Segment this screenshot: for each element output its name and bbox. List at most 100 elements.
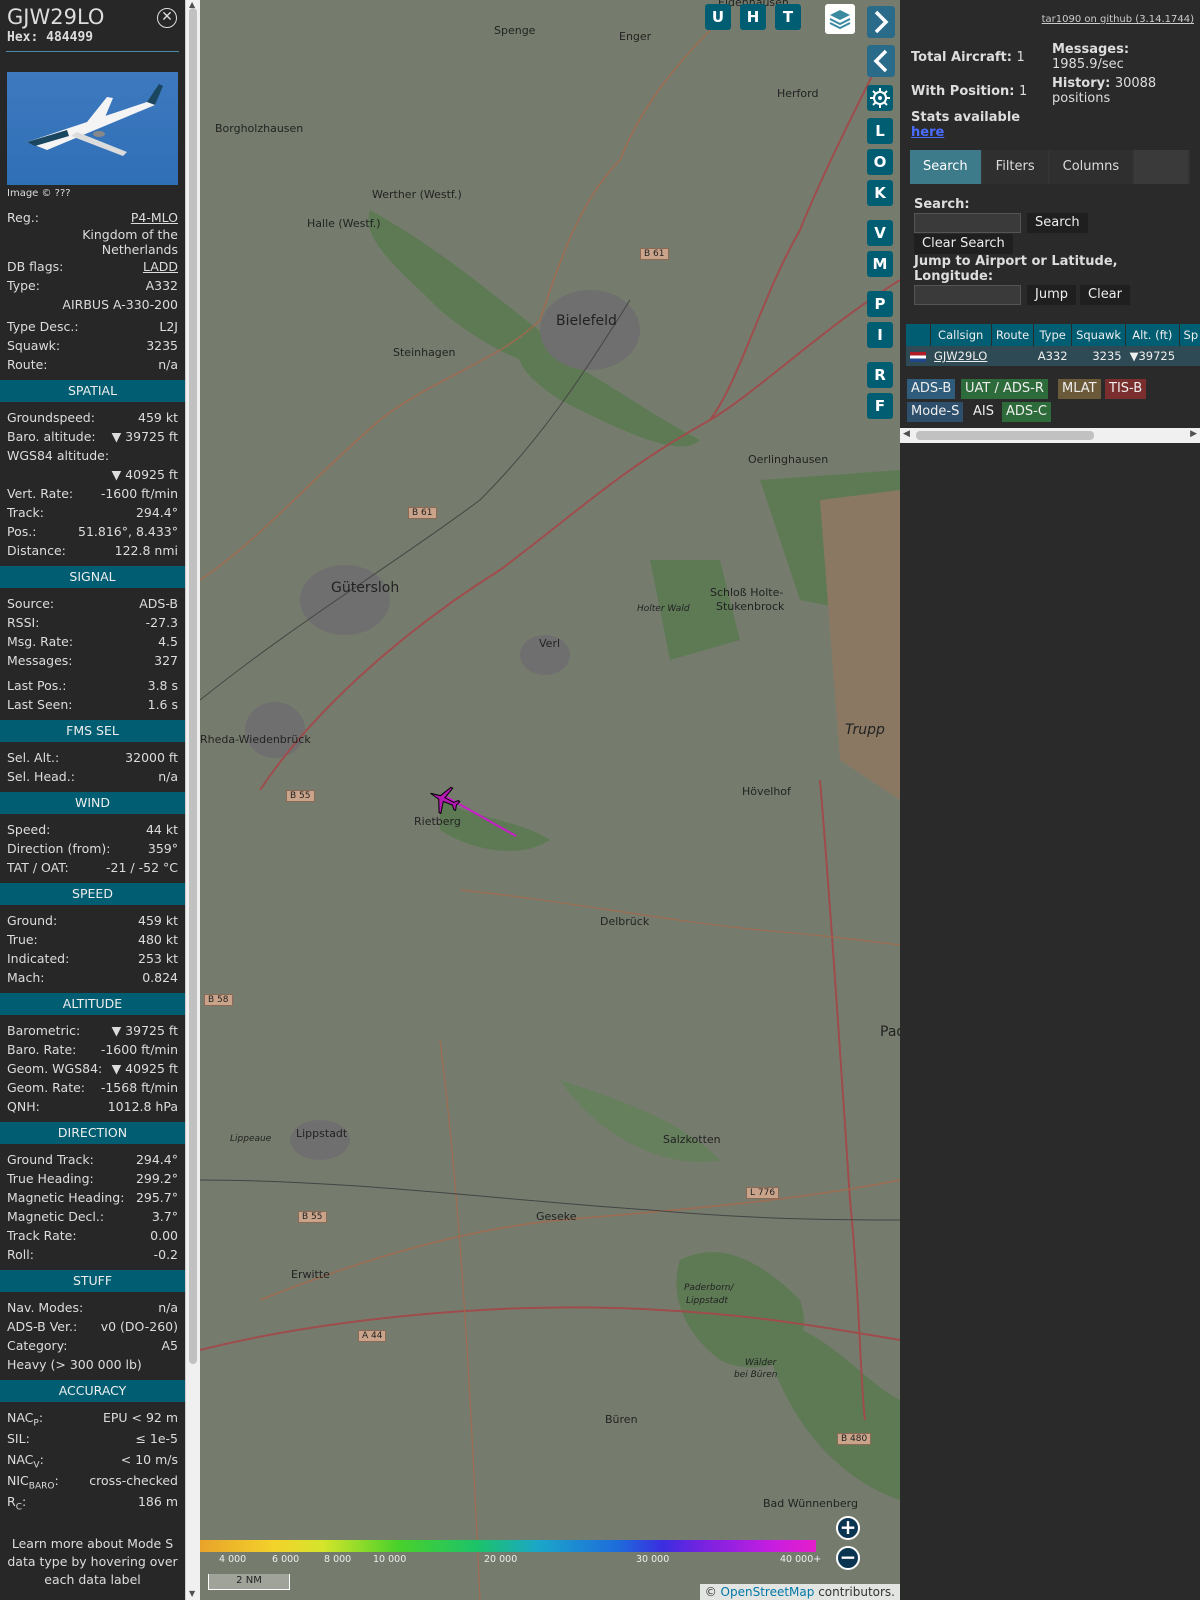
aircraft-marker-icon[interactable] [427,782,463,818]
tab-columns[interactable]: Columns [1049,150,1133,184]
aircraft-table: Callsign Route Type Squawk Alt. (ft) Sp … [906,324,1200,366]
jump-button[interactable]: Jump [1027,285,1076,305]
table-hscrollbar[interactable]: ◀ ▶ [900,428,1200,443]
scale-bar: 2 NM [208,1574,290,1590]
place-label: Schloß Holte- [710,586,784,599]
legend-tick: 10 000 [373,1554,407,1565]
distance-row: Distance: 122.8 nmi [7,543,178,558]
close-icon[interactable]: ✕ [157,8,177,28]
ladd-link[interactable]: LADD [143,257,178,276]
alt-geomrate-row: Geom. Rate: -1568 ft/min [7,1080,178,1095]
road-label: B 55 [286,790,315,802]
infoblock-footer: Learn more about Mode S data type by hov… [7,1536,178,1587]
osm-link[interactable]: OpenStreetMap [721,1585,815,1599]
section-fms: FMS SEL [0,720,185,742]
wgs-label-row: WGS84 altitude: [7,448,110,463]
section-signal: SIGNAL [0,566,185,588]
section-wind: WIND [0,792,185,814]
heavy-row: Heavy (> 300 000 lb) [7,1357,142,1372]
aircraft-infoblock: GJW29LO Hex: 484499 ✕ Image © ??? Reg.: P… [0,0,185,1600]
row-callsign[interactable]: GJW29LO [930,346,992,366]
jump-input[interactable] [914,285,1021,305]
scroll-left-icon[interactable]: ◀ [903,429,910,439]
map-button-i[interactable]: I [867,322,893,348]
place-label: Stukenbrock [716,600,785,613]
map-button-t[interactable]: T [775,4,801,30]
col-squawk[interactable]: Squawk [1071,324,1127,346]
chevron-right-icon[interactable] [867,6,895,38]
map-button-h[interactable]: H [740,4,766,30]
chevron-left-icon[interactable] [867,45,895,77]
map-button-v[interactable]: V [867,220,893,246]
clear-button[interactable]: Clear [1080,285,1130,305]
speed-true-row: True: 480 kt [7,932,178,947]
typedesc-row: Type Desc.: L2J [7,319,178,334]
dir-roll-row: Roll: -0.2 [7,1247,178,1262]
search-input[interactable] [914,213,1021,233]
sil-row: SIL: ≤ 1e-5 [7,1431,178,1446]
scroll-down-icon[interactable]: ▼ [189,1589,195,1598]
selhead-row: Sel. Head.: n/a [7,769,178,784]
row-speed [1179,346,1200,366]
place-label: Erwitte [291,1268,330,1281]
place-label: Lippstadt [296,1127,348,1140]
map-button-o[interactable]: O [867,149,893,175]
hscroll-thumb[interactable] [916,431,1094,440]
map-button-p[interactable]: P [867,291,893,317]
settings-gear-icon[interactable] [867,85,893,111]
reg-link[interactable]: P4-MLO [131,208,178,227]
scroll-right-icon[interactable]: ▶ [1190,429,1197,439]
map-button-k[interactable]: K [867,180,893,206]
source-badge-adsb: ADS-B [907,379,956,399]
place-label: Holter Wald [637,604,690,614]
tab-filters[interactable]: Filters [982,150,1048,184]
zoom-in-icon[interactable]: + [836,1516,860,1540]
dir-gt-row: Ground Track: 294.4° [7,1152,178,1167]
place-label: Trupp [845,722,885,738]
lastseen-row: Last Seen: 1.6 s [7,697,178,712]
place-label: Oerlinghausen [748,453,829,466]
search-label: Search: [914,197,970,212]
table-row[interactable]: GJW29LO A332 3235 ▼39725 [906,346,1200,366]
search-button[interactable]: Search [1027,213,1088,233]
place-label: Wälder [745,1358,777,1368]
place-label: Rheda-Wiedenbrück [200,733,311,746]
flag-icon [906,346,930,366]
sidebar-panel: tar1090 on github (3.14.1744) Total Airc… [900,0,1200,1600]
legend-tick: 6 000 [272,1554,300,1565]
dir-mh-row: Magnetic Heading: 295.7° [7,1190,178,1205]
legend-tick: 40 000+ [780,1554,822,1565]
scrollbar-thumb[interactable] [189,8,197,1364]
infoblock-scrollbar[interactable]: ▲ ▼ [185,0,200,1600]
zoom-out-icon[interactable]: − [836,1546,860,1570]
dir-th-row: True Heading: 299.2° [7,1171,178,1186]
col-alt[interactable]: Alt. (ft) [1125,324,1180,346]
map-button-m[interactable]: M [867,251,893,277]
github-link[interactable]: tar1090 on github (3.14.1744) [1042,14,1194,25]
tab-search[interactable]: Search [910,150,981,184]
map-button-f[interactable]: F [867,393,893,419]
category-row: Category: A5 [7,1338,178,1353]
clear-search-button[interactable]: Clear Search [914,234,1013,254]
map-button-r[interactable]: R [867,362,893,388]
stats-link[interactable]: here [911,125,944,140]
type-full: AIRBUS A-330-200 [62,297,178,312]
col-flag[interactable] [906,324,931,346]
map-view[interactable]: Eidenhausen Spenge Enger Herford Borghol… [200,0,900,1600]
selected-callsign: GJW29LO [7,5,105,29]
col-route[interactable]: Route [991,324,1035,346]
alt-barorate-row: Baro. Rate: -1600 ft/min [7,1042,178,1057]
col-callsign[interactable]: Callsign [930,324,992,346]
map-button-l[interactable]: L [867,118,893,144]
speed-ind-row: Indicated: 253 kt [7,951,178,966]
lastpos-row: Last Pos.: 3.8 s [7,678,178,693]
layers-icon[interactable] [825,4,855,34]
col-speed[interactable]: Sp [1179,324,1200,346]
jump-label: Jump to Airport or Latitude, Longitude: [914,254,1118,284]
col-type[interactable]: Type [1033,324,1073,346]
pos-row: Pos.: 51.816°, 8.433° [7,524,178,539]
place-label: Geseke [536,1210,577,1223]
aircraft-photo[interactable] [7,72,178,185]
map-button-u[interactable]: U [705,4,731,30]
nav-row: Nav. Modes: n/a [7,1300,178,1315]
